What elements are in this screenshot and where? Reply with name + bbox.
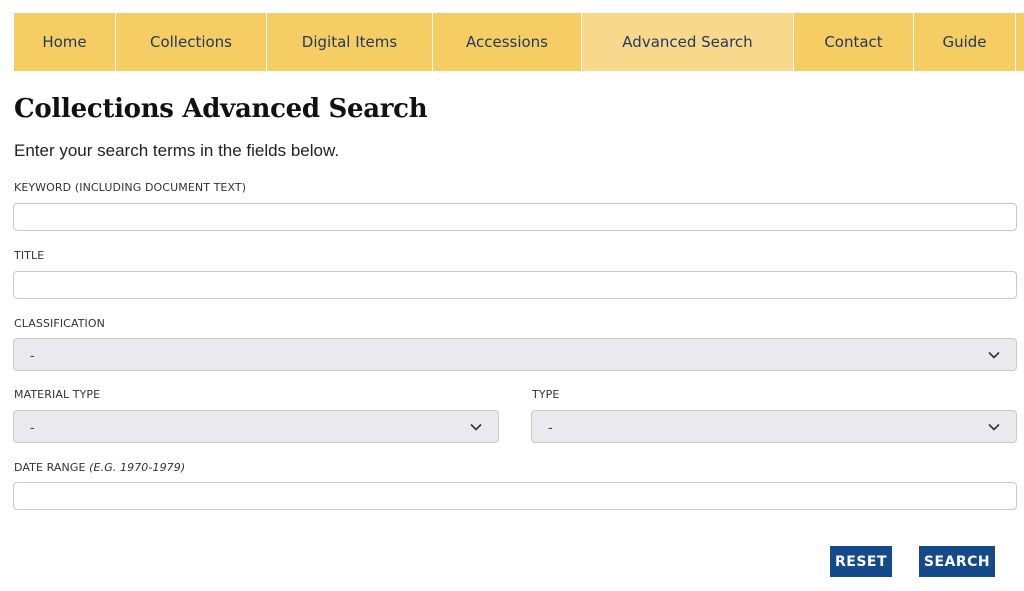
keyword-input[interactable] — [13, 203, 1017, 231]
reset-button[interactable]: RESET — [830, 546, 892, 577]
type-selected-value: - — [548, 418, 553, 435]
nav-item-label: Contact — [824, 33, 883, 51]
nav-item-accessions[interactable]: Accessions — [433, 13, 582, 71]
nav-item-label: Digital Items — [301, 33, 398, 51]
chevron-down-icon — [988, 423, 1000, 431]
nav-item-advanced-search[interactable]: Advanced Search — [582, 13, 794, 71]
main-nav: Home Collections Digital Items Accession… — [14, 13, 1024, 71]
material-type-label: MATERIAL TYPE — [14, 388, 101, 401]
date-range-hint: (E.G. 1970-1979) — [89, 461, 186, 474]
page-title: Collections Advanced Search — [14, 94, 428, 124]
title-input[interactable] — [13, 271, 1017, 299]
page: Home Collections Digital Items Accession… — [0, 0, 1024, 591]
nav-item-label: Home — [42, 33, 87, 51]
nav-item-label: Accessions — [465, 33, 549, 51]
nav-item-contact[interactable]: Contact — [794, 13, 914, 71]
page-intro: Enter your search terms in the fields be… — [14, 141, 340, 160]
type-select[interactable]: - — [531, 410, 1017, 443]
type-label: TYPE — [532, 388, 560, 401]
nav-item-home[interactable]: Home — [14, 13, 116, 71]
material-type-select[interactable]: - — [13, 410, 499, 443]
search-button[interactable]: SEARCH — [919, 546, 995, 577]
nav-item-label: Advanced Search — [622, 33, 753, 51]
date-range-label: DATE RANGE (E.G. 1970-1979) — [14, 461, 185, 474]
date-range-label-text: DATE RANGE — [14, 461, 86, 474]
nav-item-label: Guide — [942, 33, 987, 51]
classification-selected-value: - — [30, 346, 35, 363]
nav-item-label: Collections — [149, 33, 232, 51]
title-label: TITLE — [14, 249, 45, 262]
nav-item-digital-items[interactable]: Digital Items — [267, 13, 433, 71]
material-type-selected-value: - — [30, 418, 35, 435]
nav-item-guide[interactable]: Guide — [914, 13, 1016, 71]
keyword-label: KEYWORD (INCLUDING DOCUMENT TEXT) — [14, 181, 247, 194]
chevron-down-icon — [988, 351, 1000, 359]
classification-label: CLASSIFICATION — [14, 317, 105, 330]
date-range-input[interactable] — [13, 482, 1017, 510]
chevron-down-icon — [470, 423, 482, 431]
classification-select[interactable]: - — [13, 338, 1017, 371]
nav-item-collections[interactable]: Collections — [116, 13, 267, 71]
